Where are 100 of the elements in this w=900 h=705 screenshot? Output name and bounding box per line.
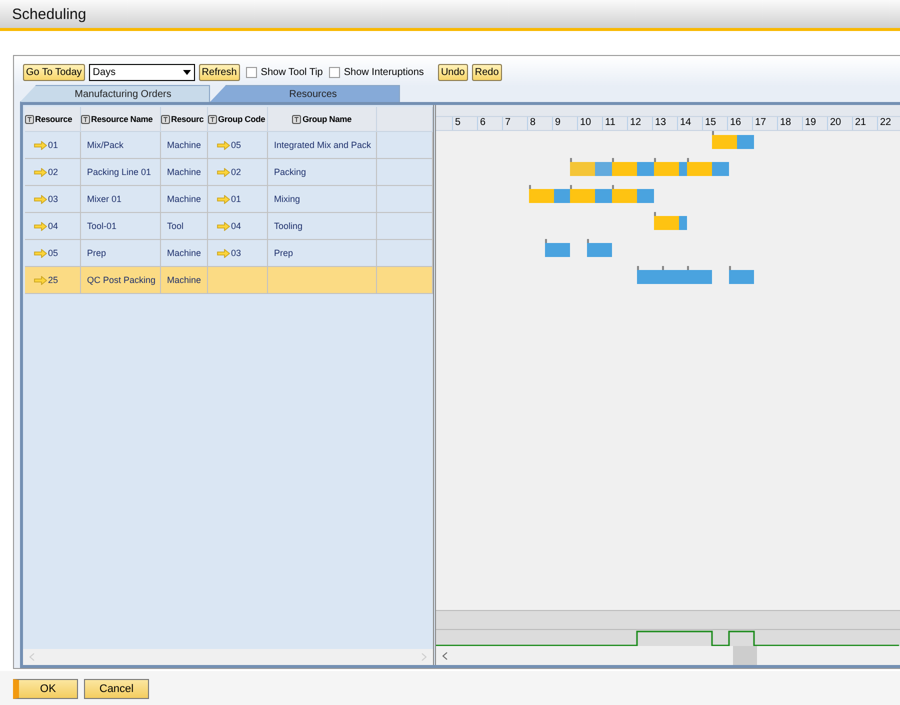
table-cell: [377, 132, 433, 159]
arrow-icon[interactable]: [34, 168, 47, 176]
arrow-icon[interactable]: [34, 194, 47, 204]
scroll-left-icon[interactable]: [442, 652, 448, 660]
day-label: 10: [578, 117, 603, 130]
checkbox[interactable]: [328, 66, 340, 78]
dialog-button[interactable]: Cancel: [84, 679, 149, 699]
operation-bar[interactable]: [712, 131, 754, 149]
table-cell: QC Post Packing: [81, 267, 161, 294]
table-cell: Machine: [161, 132, 208, 159]
arrow-icon[interactable]: [217, 222, 230, 230]
column-title: Resourc: [171, 114, 204, 124]
filter-icon[interactable]: [25, 114, 34, 124]
table-cell: Machine: [161, 159, 208, 186]
arrow-icon[interactable]: [34, 276, 47, 284]
operation-bar[interactable]: [529, 185, 654, 203]
group-code[interactable]: 05: [231, 140, 242, 150]
filter-icon[interactable]: [292, 114, 302, 124]
resource-code[interactable]: 04: [48, 221, 58, 231]
checkbox-label: Show Tool Tip: [260, 66, 323, 78]
operation-bar[interactable]: [587, 239, 612, 257]
undo-button[interactable]: Undo: [438, 64, 468, 80]
day-label: 14: [678, 117, 703, 130]
resource-code[interactable]: 01: [48, 140, 58, 150]
scrollbar-thumb[interactable]: [733, 646, 757, 665]
column-header[interactable]: Group Code: [208, 107, 268, 132]
group-code[interactable]: 03: [231, 248, 242, 258]
group-code[interactable]: 02: [231, 167, 242, 177]
arrow-icon[interactable]: [217, 248, 230, 258]
day-label: 17: [753, 117, 778, 130]
scroll-right-icon[interactable]: [421, 653, 427, 661]
operation-bar[interactable]: [545, 239, 570, 257]
day-label: 22: [878, 117, 900, 130]
arrow-icon[interactable]: [34, 140, 47, 150]
day-label: 16: [728, 117, 753, 130]
table-cell: Mixing: [268, 186, 377, 213]
redo-button[interactable]: Redo: [472, 64, 502, 80]
table-cell: [377, 267, 433, 294]
day-label: 20: [828, 117, 853, 130]
group-code[interactable]: 01: [231, 194, 242, 204]
arrow-icon[interactable]: [34, 222, 47, 230]
table-cell: Integrated Mix and Pack: [268, 132, 377, 159]
table-cell: Tooling: [268, 213, 377, 240]
column-title: Group Code: [218, 114, 266, 124]
operation-bar[interactable]: [729, 266, 754, 284]
day-label: 9: [553, 117, 578, 130]
arrow-icon[interactable]: [217, 194, 230, 204]
refresh-button[interactable]: Refresh: [198, 64, 240, 80]
view-dropdown[interactable]: Days: [88, 64, 195, 80]
operation-bar[interactable]: [637, 266, 712, 284]
column-title: Group Name: [302, 114, 352, 124]
day-label: 13: [653, 117, 678, 130]
column-header[interactable]: [377, 107, 433, 132]
column-title: Resource Name: [91, 114, 153, 124]
table-cell: Packing: [268, 159, 377, 186]
filter-icon[interactable]: [208, 114, 217, 124]
day-label: 7: [503, 117, 528, 130]
table-cell: Tool: [161, 213, 208, 240]
tab[interactable]: Resources: [210, 85, 400, 102]
filter-icon[interactable]: [81, 114, 90, 124]
group-code[interactable]: 04: [231, 221, 242, 231]
dialog-button[interactable]: OK: [13, 679, 78, 699]
day-label: 15: [703, 117, 728, 130]
arrow-icon[interactable]: [217, 140, 230, 150]
checkbox[interactable]: [246, 66, 257, 78]
day-label: 21: [853, 117, 878, 130]
day-label: 18: [778, 117, 803, 130]
day-label: 11: [603, 117, 628, 130]
filter-icon[interactable]: [161, 114, 170, 124]
table-cell: [377, 213, 433, 240]
operation-bar[interactable]: [570, 158, 729, 176]
column-header[interactable]: Resourc: [161, 107, 208, 132]
day-label: 8: [528, 117, 553, 130]
arrow-icon[interactable]: [217, 168, 230, 176]
resource-code[interactable]: 03: [48, 194, 58, 204]
table-cell: [377, 159, 433, 186]
resource-code[interactable]: 05: [48, 248, 58, 258]
checkbox-label: Show Interuptions: [344, 66, 424, 78]
go-to-today-button[interactable]: Go To Today: [23, 64, 85, 80]
column-header[interactable]: Group Name: [268, 107, 377, 132]
resource-code[interactable]: 02: [48, 167, 58, 177]
tab[interactable]: Manufacturing Orders: [20, 85, 210, 102]
resource-code[interactable]: 25: [48, 275, 58, 285]
table-cell: Mix/Pack: [81, 132, 161, 159]
operation-bar[interactable]: [654, 212, 687, 230]
column-header[interactable]: Resource: [25, 107, 81, 132]
arrow-icon[interactable]: [34, 248, 47, 258]
table-cell: [377, 186, 433, 213]
table-cell: Machine: [161, 267, 208, 294]
caret-icon: [182, 70, 191, 74]
day-label: 6: [478, 117, 503, 130]
day-label: 5: [453, 117, 478, 130]
day-label: 19: [803, 117, 828, 130]
table-cell: Machine: [161, 186, 208, 213]
column-header[interactable]: Resource Name: [81, 107, 161, 132]
day-label: 12: [628, 117, 653, 130]
table-cell: Tool-01: [81, 213, 161, 240]
column-title: Resource: [35, 114, 72, 124]
window-title: Scheduling: [12, 6, 86, 22]
table-cell: Mixer 01: [81, 186, 161, 213]
